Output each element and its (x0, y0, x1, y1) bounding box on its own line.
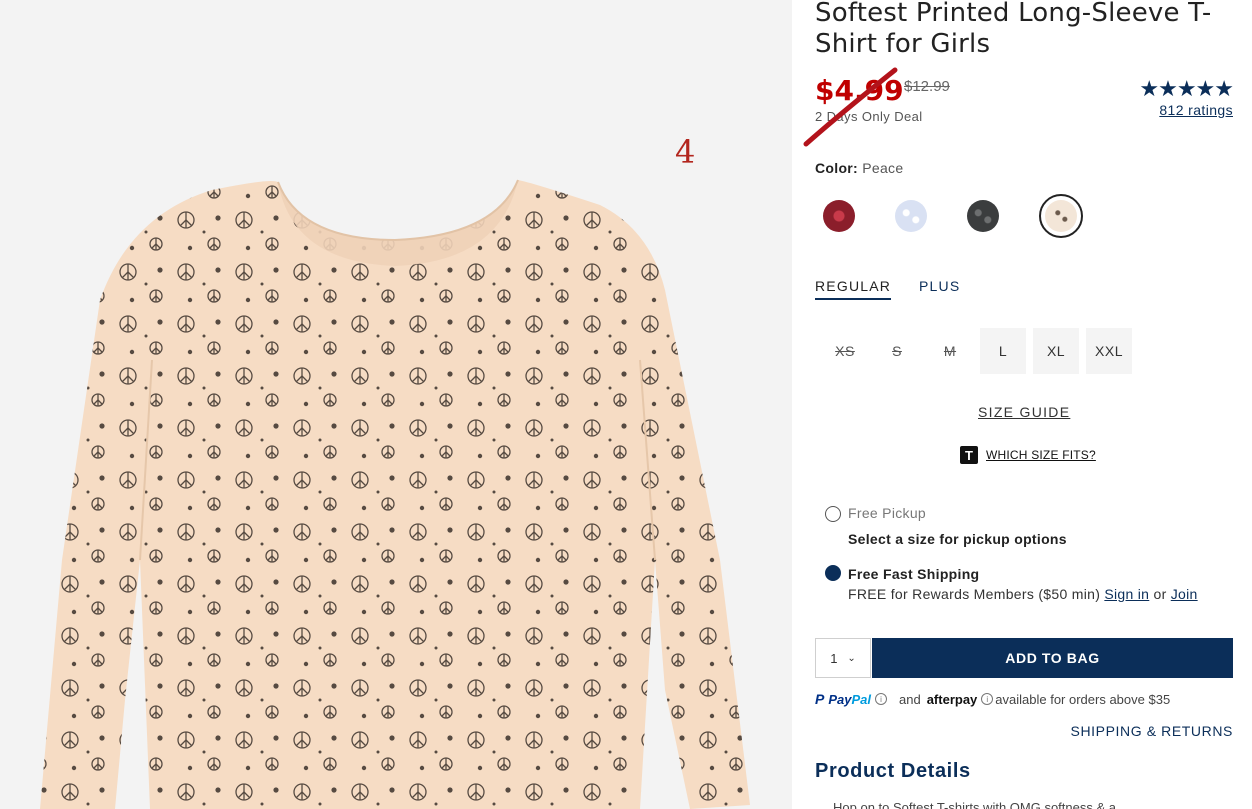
deal-note: 2 Days Only Deal (815, 109, 923, 124)
which-size-fits-link[interactable]: T WHICH SIZE FITS? (960, 446, 1096, 464)
tab-plus[interactable]: PLUS (919, 278, 960, 298)
selected-color-name: Peace (862, 160, 904, 176)
paypal-wordmark: PayPal (828, 692, 871, 707)
quantity-value: 1 (830, 650, 838, 666)
paypal-logo-icon: P (815, 691, 825, 707)
product-image[interactable]: 4 (0, 0, 792, 809)
which-size-fits-label: WHICH SIZE FITS? (986, 448, 1096, 462)
size-selector: XS S M L XL XXL (815, 328, 1145, 374)
true-fit-icon: T (960, 446, 978, 464)
product-info-panel: Softest Printed Long-Sleeve T-Shirt for … (803, 0, 1235, 809)
swatch-light-blue[interactable] (889, 194, 933, 238)
size-m-button[interactable]: M (927, 328, 973, 374)
swatch-red[interactable] (817, 194, 861, 238)
pickup-radio[interactable] (825, 506, 841, 522)
shipping-radio[interactable] (825, 565, 841, 581)
size-xl-button[interactable]: XL (1033, 328, 1079, 374)
add-to-bag-button[interactable]: ADD TO BAG (872, 638, 1233, 678)
chevron-down-icon: ⌄ (847, 652, 856, 664)
shipping-or: or (1153, 586, 1167, 602)
pickup-title: Free Pickup (848, 505, 926, 521)
image-annotation-number: 4 (675, 133, 696, 171)
payment-options: P PayPal i and afterpay i available for … (815, 689, 1235, 709)
product-title: Softest Printed Long-Sleeve T-Shirt for … (815, 0, 1212, 59)
afterpay-logo: afterpay (926, 691, 978, 707)
swatch-light-blue-icon (895, 200, 927, 232)
quantity-select[interactable]: 1 ⌄ (815, 638, 871, 678)
swatch-charcoal-icon (967, 200, 999, 232)
shipping-title: Free Fast Shipping (848, 566, 980, 582)
payment-and: and (899, 691, 921, 707)
swatch-red-icon (823, 200, 855, 232)
sign-in-link[interactable]: Sign in (1104, 586, 1149, 602)
swatch-peace[interactable] (1039, 194, 1083, 238)
tab-regular[interactable]: REGULAR (815, 278, 892, 300)
size-guide-link[interactable]: SIZE GUIDE (978, 404, 1070, 420)
swatch-charcoal[interactable] (961, 194, 1005, 238)
paypal-pal: Pal (851, 691, 871, 707)
shipping-subtext-prefix: FREE for Rewards Members ($50 min) (848, 586, 1101, 602)
join-link[interactable]: Join (1171, 586, 1198, 602)
size-l-button[interactable]: L (980, 328, 1026, 374)
paypal-info-icon[interactable]: i (875, 693, 887, 705)
swatch-peace-icon (1045, 200, 1077, 232)
color-swatches (815, 194, 1115, 238)
pickup-subtext: Select a size for pickup options (848, 531, 1067, 547)
shirt-illustration (40, 179, 750, 809)
size-xs-button[interactable]: XS (822, 328, 868, 374)
sale-price: $4.99 (815, 74, 904, 107)
shipping-returns-link[interactable]: SHIPPING & RETURNS (1071, 723, 1234, 739)
afterpay-note: available for orders above $35 (995, 691, 1171, 707)
paypal-pay: Pay (828, 691, 852, 707)
ratings-link[interactable]: 812 ratings (1159, 102, 1233, 118)
rating-stars-icon: ★★★★★ (1139, 76, 1234, 101)
shipping-subtext: FREE for Rewards Members ($50 min) Sign … (848, 586, 1198, 602)
afterpay-info-icon[interactable]: i (981, 693, 994, 705)
product-details-first-line: Hop on to Softest T-shirts with OMG soft… (833, 800, 1127, 809)
color-label: Color: Peace (815, 160, 903, 176)
original-price: $12.99 (904, 78, 950, 95)
color-label-prefix: Color: (815, 160, 859, 176)
size-s-button[interactable]: S (874, 328, 920, 374)
size-xxl-button[interactable]: XXL (1086, 328, 1132, 374)
product-details-heading[interactable]: Product Details (815, 760, 971, 783)
